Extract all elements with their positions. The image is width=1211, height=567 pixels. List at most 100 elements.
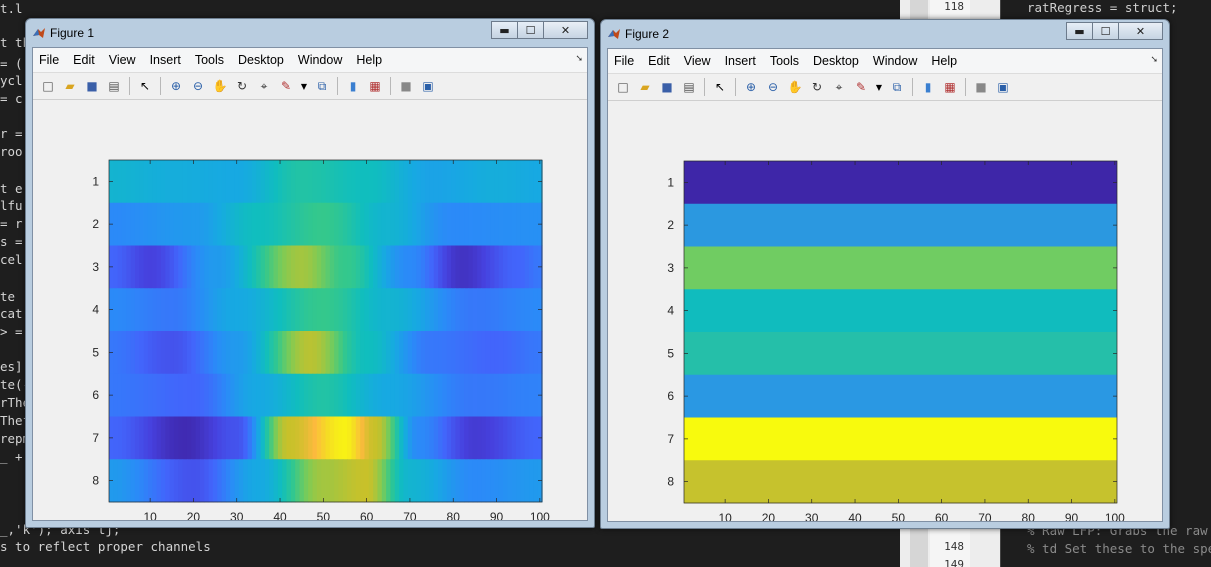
- data-cursor-icon[interactable]: ⌖: [831, 79, 847, 95]
- brush-icon[interactable]: ✎: [278, 78, 294, 94]
- maximize-button[interactable]: ☐: [517, 21, 544, 39]
- minimize-button[interactable]: ▬: [1066, 22, 1093, 40]
- heatmap-cell: [407, 416, 413, 460]
- save-icon[interactable]: ■: [659, 79, 675, 95]
- heatmap-cell: [503, 331, 508, 375]
- heatmap-cell: [386, 245, 392, 289]
- menu-desktop[interactable]: Desktop: [238, 53, 284, 67]
- link-plot-icon[interactable]: ⧉: [889, 79, 905, 95]
- open-file-icon[interactable]: ▰: [62, 78, 78, 94]
- heatmap-cell: [468, 202, 474, 246]
- figure-2-client-area: File Edit View Insert Tools Desktop Wind…: [607, 48, 1164, 525]
- heatmap-cell: [308, 416, 314, 460]
- menu-window[interactable]: Window: [873, 54, 917, 68]
- legend-icon[interactable]: ▦: [942, 79, 958, 95]
- heatmap-cell: [134, 416, 140, 460]
- menu-desktop[interactable]: Desktop: [813, 54, 859, 68]
- legend-icon[interactable]: ▦: [367, 78, 383, 94]
- hide-plot-tools-icon[interactable]: ■: [973, 79, 989, 95]
- zoom-in-icon[interactable]: ⊕: [168, 78, 184, 94]
- link-plot-icon[interactable]: ⧉: [314, 78, 330, 94]
- heatmap-cell: [347, 459, 353, 503]
- heatmap-cell: [490, 288, 495, 332]
- print-icon[interactable]: ▤: [106, 78, 122, 94]
- figure-1-axes[interactable]: 10 20 30 40 50 60 70 80 90 100 1 2 3 4 5 6 7 8: [33, 100, 589, 524]
- heatmap-cell: [338, 331, 344, 375]
- pointer-icon[interactable]: ↖: [712, 79, 728, 95]
- heatmap-cell: [416, 416, 422, 460]
- heatmap-cell: [364, 331, 370, 375]
- zoom-out-icon[interactable]: ⊖: [190, 78, 206, 94]
- colorbar-icon[interactable]: ▮: [345, 78, 361, 94]
- show-plot-tools-icon[interactable]: ▣: [995, 79, 1011, 95]
- minimize-button[interactable]: ▬: [491, 21, 518, 39]
- menu-help[interactable]: Help: [931, 54, 957, 68]
- heatmap-cell: [407, 288, 413, 332]
- figure-2-window[interactable]: Figure 2 ▬ ☐ ✕ File Edit View Insert Too…: [600, 19, 1170, 529]
- show-plot-tools-icon[interactable]: ▣: [420, 78, 436, 94]
- pan-icon[interactable]: ✋: [787, 79, 803, 95]
- heatmap-cell: [360, 331, 366, 375]
- menu-window[interactable]: Window: [298, 53, 342, 67]
- heatmap-cell: [143, 459, 149, 503]
- hide-plot-tools-icon[interactable]: ■: [398, 78, 414, 94]
- heatmap-cell: [472, 373, 478, 417]
- heatmap-row: [684, 332, 1117, 376]
- heatmap-cell: [182, 245, 188, 289]
- menu-view[interactable]: View: [109, 53, 136, 67]
- menu-insert[interactable]: Insert: [725, 54, 756, 68]
- menu-tools[interactable]: Tools: [770, 54, 799, 68]
- heatmap-cell: [256, 202, 262, 246]
- print-icon[interactable]: ▤: [681, 79, 697, 95]
- heatmap-cell: [325, 288, 331, 332]
- figure-1-title-bar[interactable]: Figure 1 ▬ ☐ ✕: [32, 19, 588, 47]
- heatmap-cell: [221, 416, 227, 460]
- menu-file[interactable]: File: [614, 54, 634, 68]
- heatmap-cell: [390, 416, 396, 460]
- menu-insert[interactable]: Insert: [150, 53, 181, 67]
- heatmap-cell: [130, 331, 136, 375]
- menu-tools[interactable]: Tools: [195, 53, 224, 67]
- menu-edit[interactable]: Edit: [648, 54, 670, 68]
- zoom-out-icon[interactable]: ⊖: [765, 79, 781, 95]
- dock-arrow-icon[interactable]: ➘: [1150, 55, 1158, 65]
- menu-view[interactable]: View: [684, 54, 711, 68]
- open-file-icon[interactable]: ▰: [637, 79, 653, 95]
- heatmap-cell: [221, 245, 227, 289]
- heatmap-cell: [282, 416, 288, 460]
- brush-icon[interactable]: ✎: [853, 79, 869, 95]
- chevron-down-icon[interactable]: ▼: [300, 78, 308, 94]
- heatmap-cell: [442, 373, 448, 417]
- rotate-3d-icon[interactable]: ↻: [809, 79, 825, 95]
- heatmap-cell: [182, 416, 188, 460]
- menu-help[interactable]: Help: [356, 53, 382, 67]
- pan-icon[interactable]: ✋: [212, 78, 228, 94]
- maximize-button[interactable]: ☐: [1092, 22, 1119, 40]
- menu-file[interactable]: File: [39, 53, 59, 67]
- colorbar-icon[interactable]: ▮: [920, 79, 936, 95]
- heatmap-cell: [117, 331, 123, 375]
- heatmap-cell: [264, 459, 270, 503]
- figure-2-title-bar[interactable]: Figure 2 ▬ ☐ ✕: [607, 20, 1163, 48]
- chevron-down-icon[interactable]: ▼: [875, 79, 883, 95]
- heatmap-cell: [386, 288, 392, 332]
- figure-1-window[interactable]: Figure 1 ▬ ☐ ✕ File Edit View Insert Too…: [25, 18, 595, 528]
- rotate-3d-icon[interactable]: ↻: [234, 78, 250, 94]
- dock-arrow-icon[interactable]: ➘: [575, 54, 583, 64]
- zoom-in-icon[interactable]: ⊕: [743, 79, 759, 95]
- heatmap-cell: [117, 459, 123, 503]
- new-figure-icon[interactable]: □: [615, 79, 631, 95]
- save-icon[interactable]: ■: [84, 78, 100, 94]
- close-button[interactable]: ✕: [1118, 22, 1163, 40]
- new-figure-icon[interactable]: □: [40, 78, 56, 94]
- data-cursor-icon[interactable]: ⌖: [256, 78, 272, 94]
- heatmap-cell: [160, 373, 166, 417]
- heatmap-cell: [498, 459, 504, 503]
- heatmap-cell: [338, 373, 344, 417]
- heatmap-cell: [533, 459, 539, 503]
- pointer-icon[interactable]: ↖: [137, 78, 153, 94]
- heatmap-cell: [433, 202, 439, 246]
- close-button[interactable]: ✕: [543, 21, 588, 39]
- menu-edit[interactable]: Edit: [73, 53, 95, 67]
- figure-2-axes[interactable]: 10 20 30 40 50 60 70 80 90 100 1 2 3 4 5 6 7 8: [608, 101, 1164, 525]
